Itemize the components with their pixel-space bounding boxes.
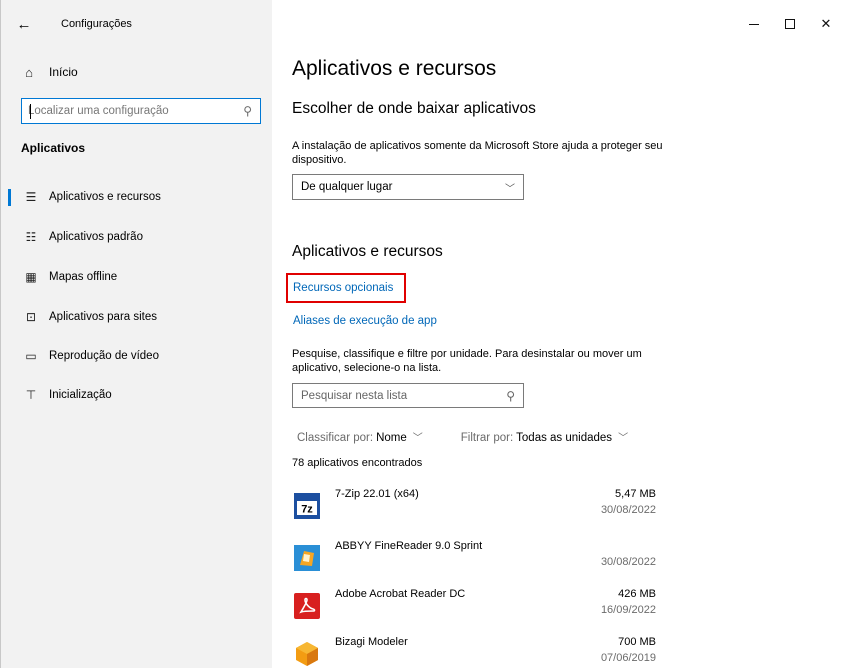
page-title: Aplicativos e recursos: [292, 57, 497, 80]
window-controls: ✕: [736, 8, 844, 40]
sidebar-item-video-playback[interactable]: ▭ Reprodução de vídeo: [1, 336, 273, 376]
back-button[interactable]: ←: [1, 8, 47, 40]
apps-features-heading: Aplicativos e recursos: [292, 243, 443, 260]
app-size: 700 MB: [618, 636, 656, 648]
settings-search-box[interactable]: ⚲: [21, 98, 261, 124]
app-name: 7-Zip 22.01 (x64): [335, 488, 419, 500]
acrobat-icon: [294, 593, 320, 619]
list-description: Pesquise, classifique e filtre por unida…: [292, 348, 642, 374]
app-name: Adobe Acrobat Reader DC: [335, 588, 466, 600]
close-button[interactable]: ✕: [808, 8, 844, 40]
sidebar-item-web-apps[interactable]: ⊡ Aplicativos para sites: [1, 297, 273, 337]
filter-label: Filtrar por:: [460, 432, 514, 444]
apps-count: 78 aplicativos encontrados: [292, 457, 423, 469]
choose-source-description: A instalação de aplicativos somente da M…: [292, 140, 663, 166]
filter-control[interactable]: Filtrar por: Todas as unidades ﹀: [461, 429, 628, 444]
choose-source-heading: Escolher de onde baixar aplicativos: [292, 100, 536, 117]
web-app-icon: ⊡: [25, 310, 37, 324]
app-list-search-box[interactable]: ⚲: [292, 383, 524, 408]
sort-filter-row: Classificar por: Nome ﹀ Filtrar por: Todas …: [297, 429, 628, 444]
maximize-button[interactable]: [772, 8, 808, 40]
sidebar-item-offline-maps[interactable]: ▦ Mapas offline: [1, 257, 273, 297]
sort-label: Classificar por:: [297, 432, 374, 444]
sort-control[interactable]: Classificar por: Nome ﹀: [297, 429, 423, 444]
app-date: 30/08/2022: [600, 504, 656, 516]
app-date: 07/06/2019: [600, 652, 656, 664]
search-icon[interactable]: ⚲: [506, 389, 515, 403]
svg-text:7z: 7z: [301, 504, 313, 516]
home-icon: ⌂: [25, 64, 33, 80]
startup-icon: ⊤: [25, 388, 37, 402]
app-date: 30/08/2022: [600, 556, 656, 568]
sidebar-item-label: Aplicativos e recursos: [49, 191, 161, 203]
chevron-down-icon: ﹀: [412, 433, 423, 444]
abbyy-icon: [294, 545, 320, 571]
sidebar: ← Configurações ⌂ Início ⚲ Aplicativos ☰…: [0, 0, 272, 668]
list-icon: ☰: [25, 190, 37, 204]
app-date: 16/09/2022: [600, 604, 656, 616]
sidebar-item-label: Inicialização: [49, 389, 112, 401]
app-list-item[interactable]: Bizagi Modeler 700 MB 07/06/2019: [292, 634, 662, 668]
optional-features-link[interactable]: Recursos opcionais: [293, 282, 393, 294]
sidebar-item-label: Mapas offline: [49, 271, 118, 283]
sidebar-item-label: Aplicativos padrão: [49, 231, 143, 243]
app-name: ABBYY FineReader 9.0 Sprint: [335, 540, 483, 552]
selection-indicator: [8, 189, 11, 206]
bizagi-icon: [296, 642, 318, 666]
back-arrow-icon: ←: [16, 15, 32, 33]
app-size: 426 MB: [618, 588, 656, 600]
list-check-icon: ☷: [25, 230, 37, 244]
search-icon[interactable]: ⚲: [243, 104, 252, 118]
sidebar-item-startup[interactable]: ⊤ Inicialização: [1, 375, 273, 415]
sidebar-item-label: Reprodução de vídeo: [49, 350, 159, 362]
app-size: 5,47 MB: [615, 488, 656, 500]
sidebar-item-default-apps[interactable]: ☷ Aplicativos padrão: [1, 217, 273, 257]
app-source-dropdown[interactable]: De qualquer lugar ﹀: [292, 174, 524, 200]
sort-value: Nome: [376, 432, 407, 444]
maximize-icon: [785, 19, 795, 29]
sidebar-item-label: Aplicativos para sites: [49, 311, 158, 323]
window-title: Configurações: [61, 18, 132, 30]
minimize-icon: [749, 23, 759, 25]
dropdown-value: De qualquer lugar: [301, 181, 393, 193]
7zip-icon: 7z: [294, 493, 320, 519]
app-list-search-input[interactable]: [301, 389, 507, 402]
title-bar: ← Configurações: [1, 8, 273, 40]
close-icon: ✕: [820, 16, 832, 31]
map-icon: ▦: [25, 270, 37, 284]
minimize-button[interactable]: [736, 8, 772, 40]
chevron-down-icon: ﹀: [618, 433, 629, 444]
sidebar-item-home[interactable]: ⌂ Início: [21, 62, 78, 82]
text-caret: [30, 104, 31, 119]
section-title: Aplicativos: [21, 141, 86, 155]
app-execution-aliases-link[interactable]: Aliases de execução de app: [293, 315, 437, 327]
chevron-down-icon: ﹀: [505, 183, 515, 195]
sidebar-item-label: Início: [49, 65, 78, 79]
video-icon: ▭: [25, 349, 37, 363]
settings-search-input[interactable]: [28, 105, 244, 117]
sidebar-item-apps-features[interactable]: ☰ Aplicativos e recursos: [1, 177, 273, 217]
app-name: Bizagi Modeler: [335, 636, 408, 648]
app-list-item[interactable]: 7z 7-Zip 22.01 (x64) 5,47 MB 30/08/2022: [292, 486, 662, 542]
filter-value: Todas as unidades: [516, 432, 613, 444]
